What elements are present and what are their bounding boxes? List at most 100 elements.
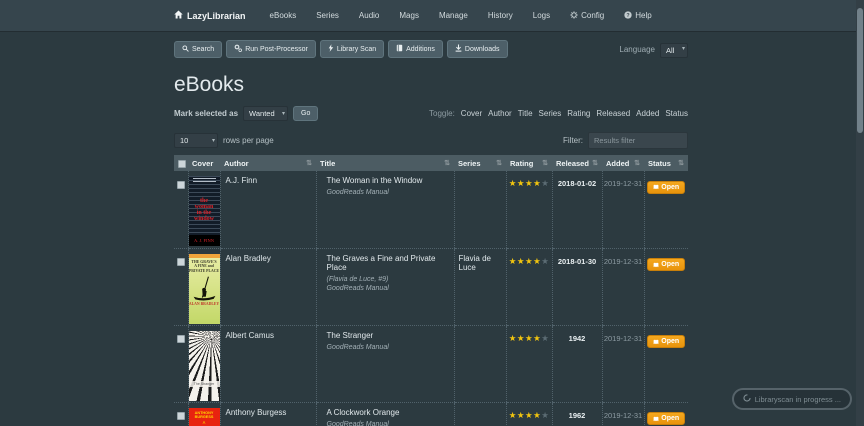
author-link[interactable]: A.J. Finn <box>219 171 316 249</box>
col-header-cover: Cover <box>188 155 220 171</box>
book-cover[interactable]: ANTHONY BURGESS A CLOCKWORK ORANGE <box>188 407 220 426</box>
table-row: ANTHONY BURGESS A CLOCKWORK ORANGE Antho… <box>174 402 688 426</box>
nav-item-logs[interactable]: Logs <box>523 0 560 32</box>
toggle-cover[interactable]: Cover <box>461 109 482 118</box>
page-title: eBooks <box>174 73 245 96</box>
select-all-checkbox[interactable] <box>178 159 186 168</box>
go-button[interactable]: Go <box>293 106 319 121</box>
filter-label: Filter: <box>563 136 583 145</box>
added-cell: 2019-12-31 <box>601 325 644 403</box>
toast-message: Libraryscan in progress ... <box>754 394 841 404</box>
table-header-row: Cover Author ⇅ Title ⇅ Series ⇅ Rating ⇅ Rel… <box>174 155 688 171</box>
gears-icon <box>234 44 243 54</box>
open-button[interactable]: Open <box>647 258 686 271</box>
toggle-status[interactable]: Status <box>665 109 688 118</box>
rating-stars: ★★★★★ <box>508 255 550 266</box>
book-cover[interactable]: THE GRAVE'S A FINE and PRIVATE PLACE ALAN … <box>188 253 220 324</box>
open-button[interactable]: Open <box>647 412 686 425</box>
toolbar: Search Run Post-Processor Library Scan A… <box>0 36 864 62</box>
row-checkbox[interactable] <box>176 335 185 344</box>
series-link[interactable]: Flavia de Luce <box>453 248 506 326</box>
sort-icon: ⇅ <box>444 160 450 167</box>
brand[interactable]: LazyLibrarian <box>174 10 246 21</box>
book-cover[interactable]: The Stranger <box>188 330 220 401</box>
table-row: THE GRAVE'S A FINE and PRIVATE PLACE ALAN … <box>174 248 688 326</box>
book-title[interactable]: The Woman in the Window <box>327 176 454 185</box>
sort-icon: ⇅ <box>542 160 548 167</box>
spinner-icon <box>743 394 751 404</box>
toast-libraryscan: Libraryscan in progress ... <box>731 388 852 410</box>
book-series-note: (Flavia de Luce, #9) <box>326 275 389 283</box>
book-source: GoodReads Manual <box>326 420 389 426</box>
boat-illustration <box>193 276 215 301</box>
col-header-added[interactable]: Added ⇅ <box>602 155 644 171</box>
rating-stars: ★★★★★ <box>508 332 550 343</box>
downloads-button[interactable]: Downloads <box>446 40 508 58</box>
col-header-series[interactable]: Series ⇅ <box>454 155 506 171</box>
nav-item-help[interactable]: ? Help <box>614 0 661 32</box>
mark-selected-label: Mark selected as <box>174 109 239 118</box>
gear-icon <box>570 10 578 21</box>
mark-selected-select[interactable]: Wanted <box>243 106 289 121</box>
scrollbar-thumb[interactable] <box>857 8 863 133</box>
added-cell: 2019-12-31 <box>601 248 644 326</box>
toggle-added[interactable]: Added <box>636 109 659 118</box>
sort-icon: ⇅ <box>592 160 598 167</box>
nav-item-series[interactable]: Series <box>306 0 349 32</box>
search-button[interactable]: Search <box>174 40 223 58</box>
book-cover[interactable]: the woman in the window A. J. FINN <box>188 176 220 246</box>
nav-item-config[interactable]: Config <box>560 0 614 32</box>
book-title[interactable]: The Graves a Fine and Private Place <box>327 254 454 272</box>
col-header-released[interactable]: Released ⇅ <box>552 155 602 171</box>
nav-item-mags[interactable]: Mags <box>389 0 429 32</box>
nav-item-history[interactable]: History <box>478 0 523 32</box>
open-button[interactable]: Open <box>647 335 686 348</box>
series-cell[interactable] <box>453 171 506 249</box>
author-link[interactable]: Alan Bradley <box>219 248 316 326</box>
open-button[interactable]: Open <box>647 180 686 194</box>
row-checkbox[interactable] <box>176 412 185 421</box>
row-checkbox[interactable] <box>176 180 185 189</box>
col-header-title[interactable]: Title ⇅ <box>316 155 454 171</box>
additions-button[interactable]: Additions <box>388 40 443 58</box>
toggle-title[interactable]: Title <box>518 109 533 118</box>
help-icon: ? <box>624 10 632 21</box>
nav-item-manage[interactable]: Manage <box>429 0 478 32</box>
author-link[interactable]: Anthony Burgess <box>219 402 316 426</box>
rows-per-page-select[interactable]: 10 <box>174 133 218 148</box>
released-cell: 2018-01-30 <box>551 248 602 326</box>
toggle-series[interactable]: Series <box>539 109 562 118</box>
language-select[interactable]: All <box>660 43 688 58</box>
lightning-icon <box>328 44 334 54</box>
book-title[interactable]: A Clockwork Orange <box>327 408 454 417</box>
rating-stars: ★★★★★ <box>508 178 550 188</box>
scrollbar-track[interactable] <box>856 0 864 426</box>
book-title[interactable]: The Stranger <box>327 331 454 340</box>
run-post-processor-button[interactable]: Run Post-Processor <box>226 40 316 58</box>
navbar: LazyLibrarian eBooks Series Audio Mags M… <box>0 0 864 32</box>
released-cell: 2018-01-02 <box>551 171 602 249</box>
search-icon <box>182 44 189 54</box>
toggle-released[interactable]: Released <box>596 109 630 118</box>
library-scan-button[interactable]: Library Scan <box>319 40 385 58</box>
svg-text:?: ? <box>627 12 630 18</box>
download-icon <box>455 44 462 54</box>
added-cell: 2019-12-31 <box>601 171 644 249</box>
col-header-rating[interactable]: Rating ⇅ <box>506 155 552 171</box>
book-source: GoodReads Manual <box>326 189 389 196</box>
nav-item-ebooks[interactable]: eBooks <box>260 0 307 32</box>
table-controls: 10 ▾ rows per page Filter: <box>174 132 688 149</box>
row-checkbox[interactable] <box>176 258 185 267</box>
brand-label: LazyLibrarian <box>187 10 246 21</box>
col-header-author[interactable]: Author ⇅ <box>220 155 316 171</box>
series-cell[interactable] <box>453 325 506 403</box>
series-cell[interactable] <box>453 402 506 426</box>
col-header-status[interactable]: Status ⇅ <box>644 155 688 171</box>
toggle-author[interactable]: Author <box>488 109 512 118</box>
nav-item-audio[interactable]: Audio <box>349 0 389 32</box>
rating-stars: ★★★★★ <box>508 409 550 420</box>
filter-input[interactable] <box>588 132 688 149</box>
toggle-rating[interactable]: Rating <box>567 109 590 118</box>
main-content: eBooks Mark selected as Wanted ▾ Go Togg… <box>174 73 688 426</box>
author-link[interactable]: Albert Camus <box>219 325 316 403</box>
